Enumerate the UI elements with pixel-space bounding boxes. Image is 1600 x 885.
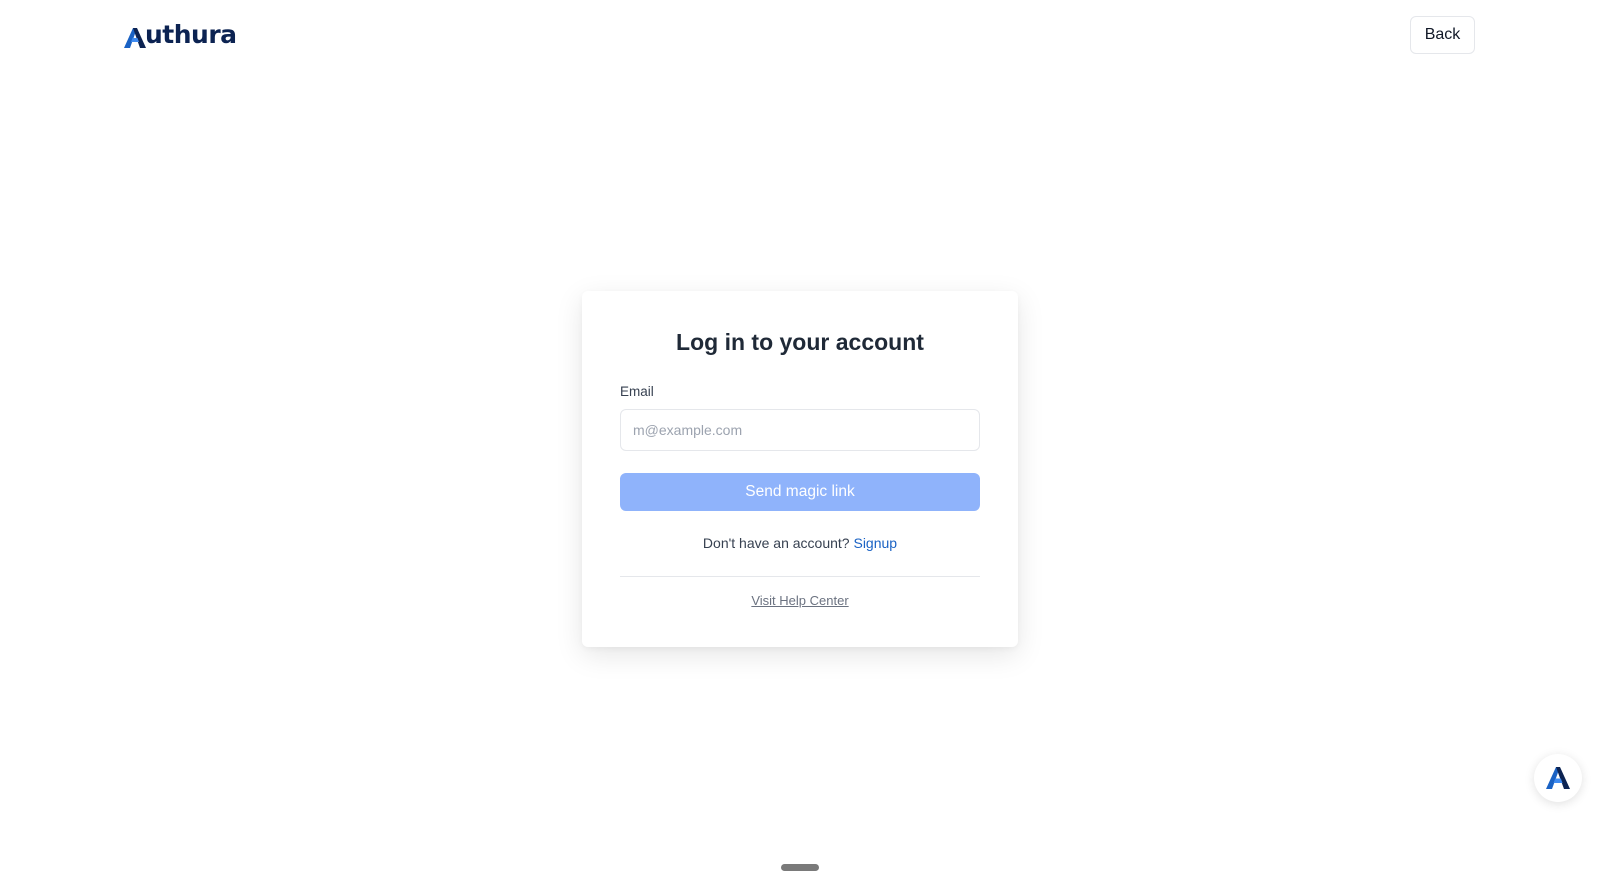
send-magic-link-button[interactable]: Send magic link [620, 473, 980, 511]
signup-link[interactable]: Signup [853, 535, 897, 551]
help-widget-button[interactable] [1534, 754, 1582, 802]
authura-logo-icon [124, 28, 146, 48]
divider [620, 576, 980, 577]
email-label: Email [620, 384, 654, 399]
signup-prompt: Don't have an account? [702, 535, 850, 551]
signup-row: Don't have an account? Signup [582, 535, 1018, 551]
login-card: Log in to your account Email Send magic … [582, 291, 1018, 647]
scroll-handle[interactable] [781, 864, 819, 871]
authura-widget-icon [1546, 767, 1570, 789]
help-center-link[interactable]: Visit Help Center [751, 593, 848, 608]
email-field[interactable] [620, 409, 980, 451]
page-title: Log in to your account [676, 329, 924, 355]
login-page: uthura Back Log in to your account Email… [0, 0, 1600, 885]
back-button[interactable]: Back [1410, 16, 1475, 54]
help-center-row: Visit Help Center [582, 593, 1018, 608]
authura-logo[interactable]: uthura [124, 20, 237, 48]
logo-text: uthura [145, 20, 237, 49]
